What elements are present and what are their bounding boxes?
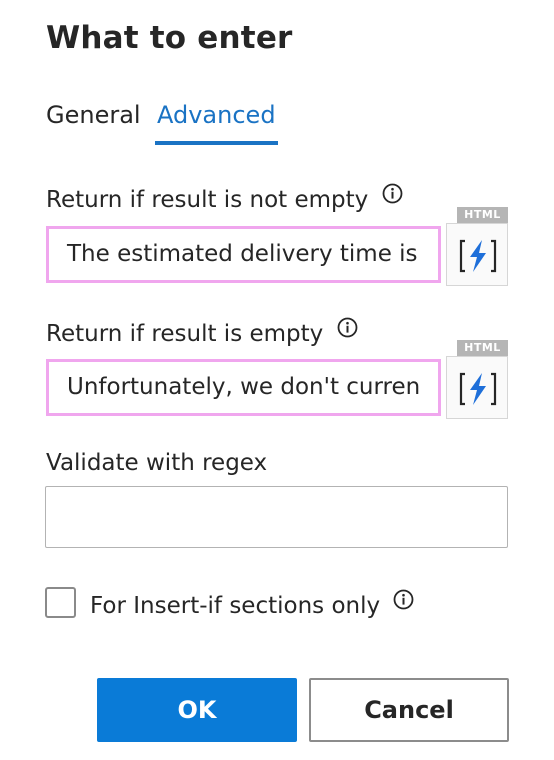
insert-variable-button[interactable]	[446, 223, 508, 286]
dialog-title: What to enter	[46, 20, 293, 56]
empty-value-field[interactable]: Unfortunately, we don't curren	[46, 359, 441, 416]
not-empty-label: Return if result is not empty	[46, 187, 369, 213]
ok-button[interactable]: OK	[97, 678, 297, 742]
cancel-button[interactable]: Cancel	[309, 678, 509, 742]
insert-if-checkbox[interactable]	[45, 587, 76, 618]
empty-label-row: Return if result is empty	[46, 317, 358, 347]
insert-if-label: For Insert-if sections only	[90, 593, 381, 619]
tab-advanced[interactable]: Advanced	[157, 101, 276, 129]
not-empty-label-row: Return if result is not empty	[46, 183, 403, 213]
active-tab-indicator	[155, 141, 278, 145]
insert-if-label-row: For Insert-if sections only	[90, 589, 414, 619]
empty-label: Return if result is empty	[46, 321, 324, 347]
tab-general[interactable]: General	[46, 101, 141, 129]
info-icon[interactable]	[393, 589, 414, 610]
info-icon[interactable]	[337, 317, 358, 338]
regex-input[interactable]	[45, 486, 508, 548]
not-empty-value-field[interactable]: The estimated delivery time is	[46, 226, 441, 283]
html-badge: HTML	[457, 340, 508, 356]
regex-label: Validate with regex	[46, 450, 268, 476]
insert-variable-button[interactable]	[446, 356, 508, 419]
info-icon[interactable]	[382, 183, 403, 204]
bracket-lightning-icon	[459, 372, 497, 406]
html-badge: HTML	[457, 207, 508, 223]
bracket-lightning-icon	[459, 239, 497, 273]
